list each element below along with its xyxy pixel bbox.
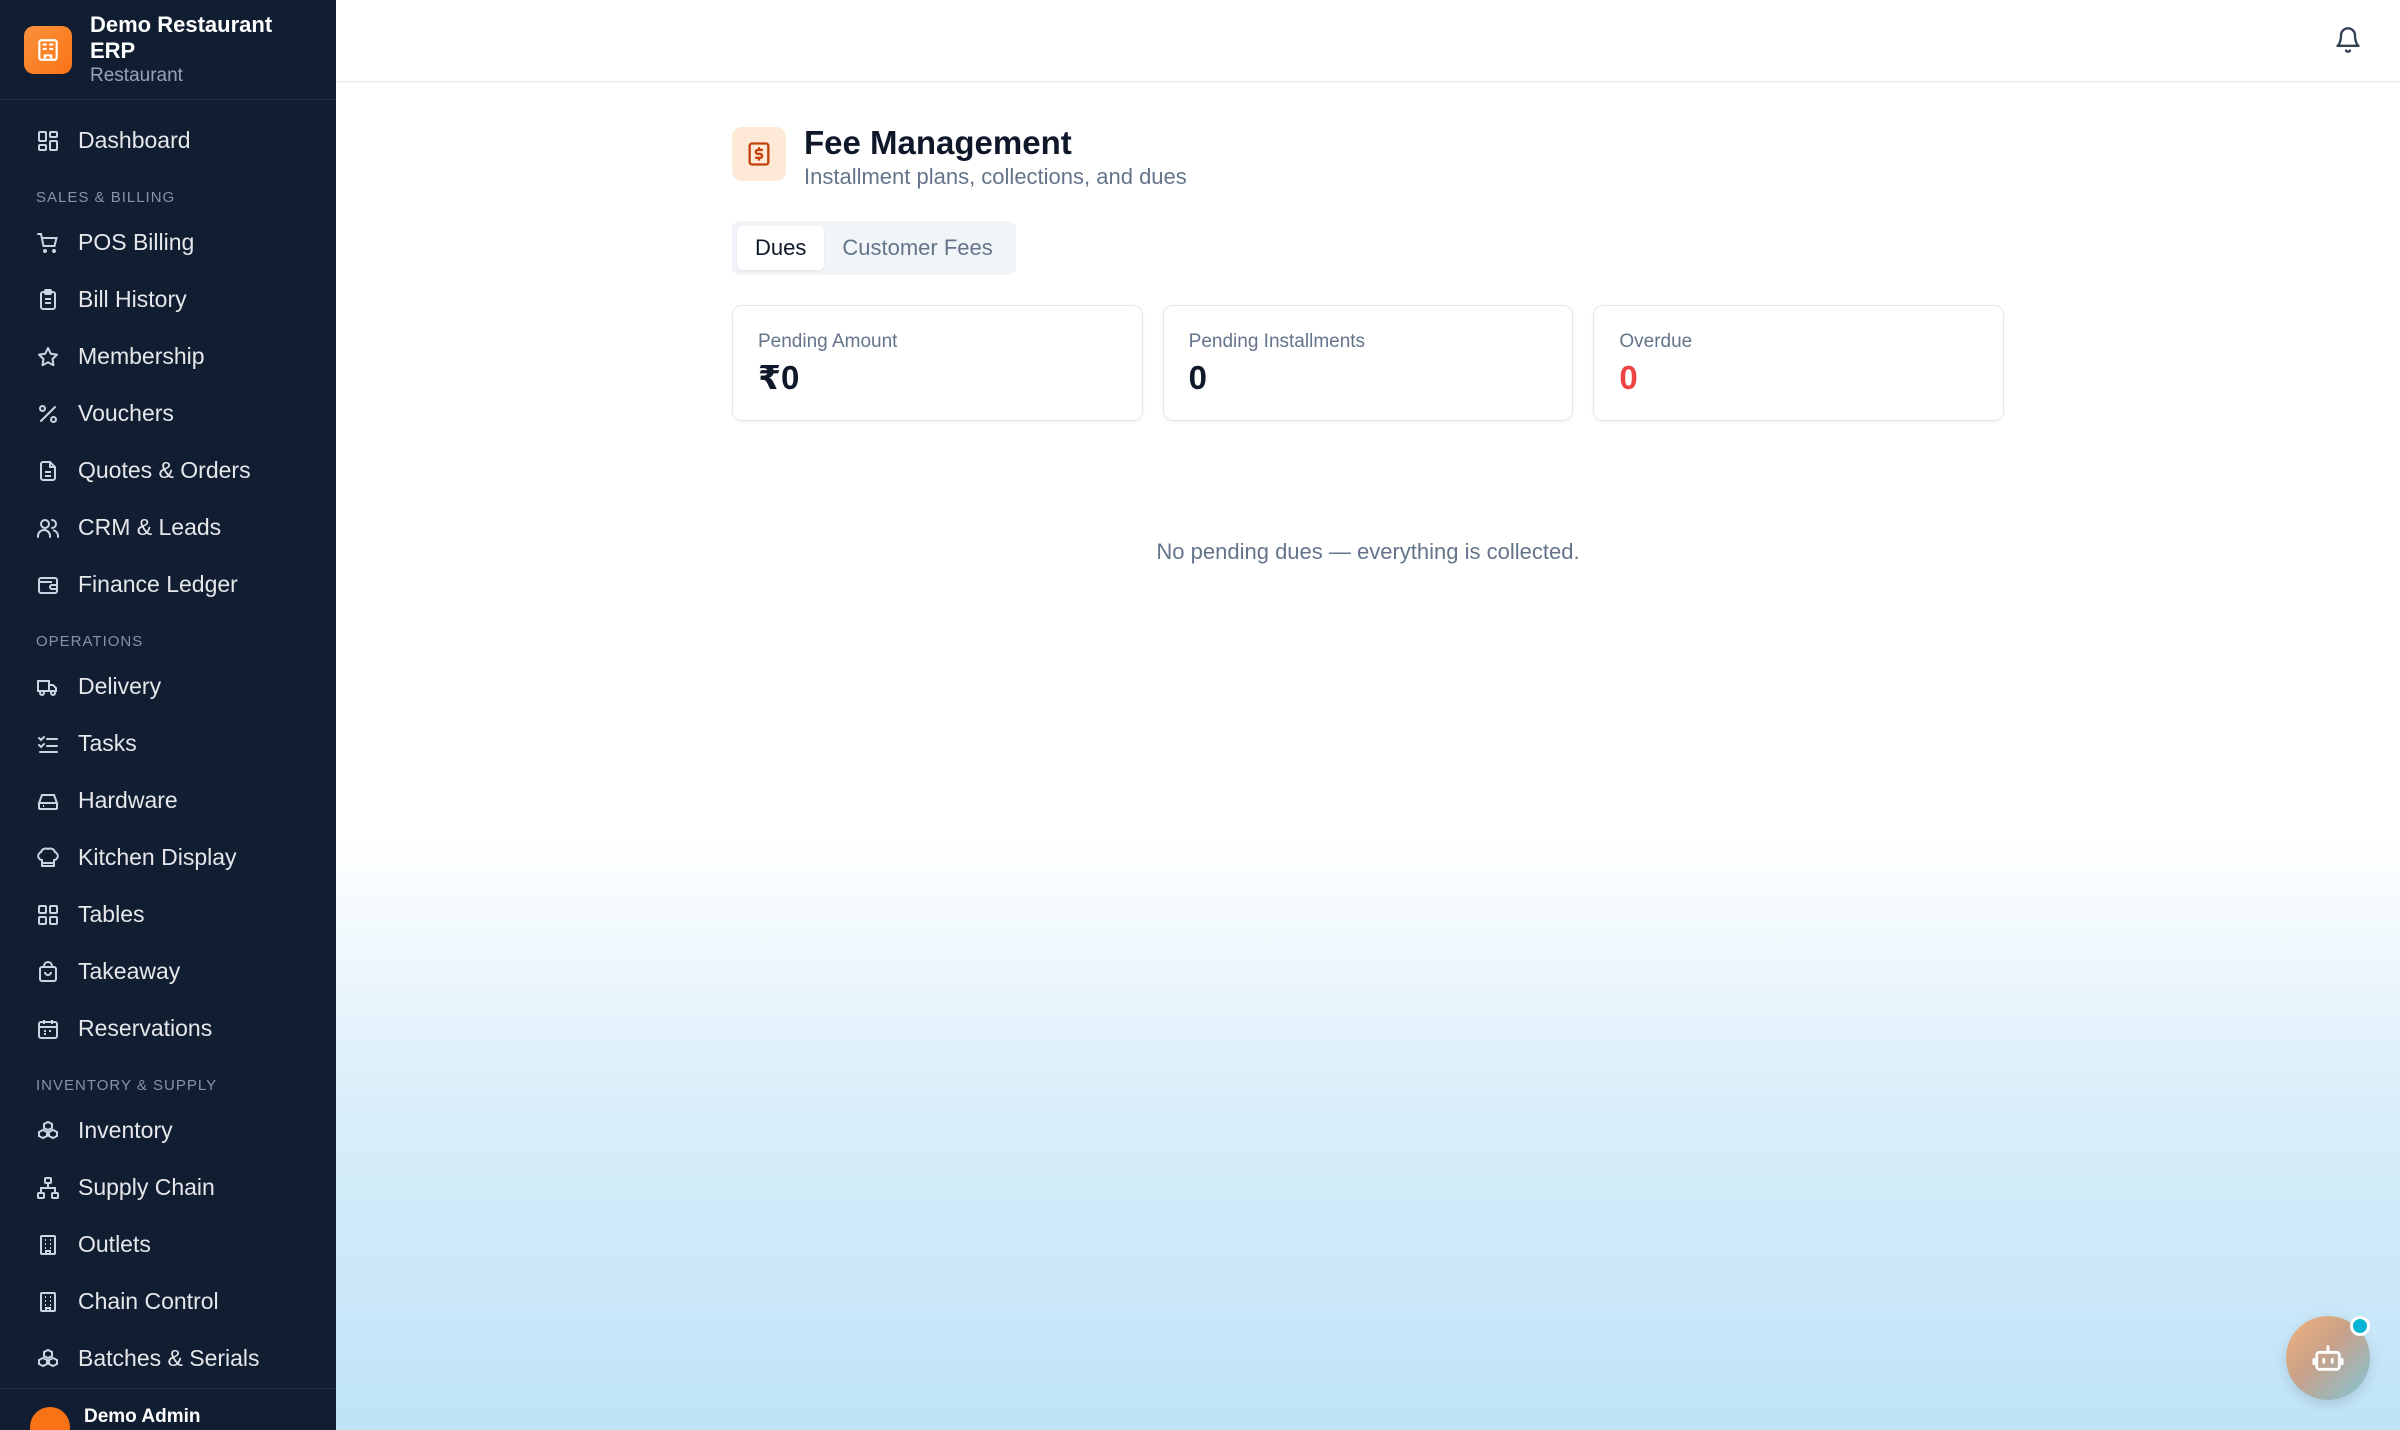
sidebar-item-label: Inventory (78, 1117, 173, 1143)
stat-value: 0 (1188, 359, 1208, 396)
wallet-icon (38, 576, 58, 594)
dashboard-icon (38, 130, 58, 151)
main-content: Fee Management Installment plans, collec… (336, 83, 2400, 1430)
percent-icon (39, 404, 57, 423)
user-profile[interactable]: Demo Admin (0, 1388, 336, 1430)
bell-icon[interactable] (2334, 26, 2362, 54)
bot-icon (2312, 1345, 2344, 1371)
sidebar-item-outlets[interactable]: Outlets (0, 1216, 336, 1273)
chef-hat-icon (37, 847, 59, 867)
stat-card-pending-installments: Pending Installments 0 (1162, 305, 1574, 421)
sidebar-item-takeaway[interactable]: Takeaway (0, 943, 336, 1000)
sidebar-item-label: Quotes & Orders (78, 457, 251, 483)
users-icon (37, 518, 59, 538)
sidebar-item-label: Takeaway (78, 958, 181, 984)
calendar-icon (38, 1019, 58, 1039)
notification-dot (2350, 1316, 2370, 1336)
sidebar-item-label: Delivery (78, 673, 162, 699)
boxes-icon (38, 1348, 58, 1367)
network-icon (37, 1176, 59, 1199)
sidebar-item-crm-leads[interactable]: CRM & Leads (0, 499, 336, 556)
sidebar-item-label: Batches & Serials (78, 1345, 260, 1371)
sidebar-item-label: Chain Control (78, 1288, 219, 1314)
page-header: Fee Management Installment plans, collec… (732, 123, 2004, 191)
sidebar-item-label: Hardware (78, 787, 178, 813)
sidebar-item-tasks[interactable]: Tasks (0, 715, 336, 772)
fee-management-panel: Fee Management Installment plans, collec… (732, 123, 2005, 565)
building-icon (24, 25, 72, 74)
sidebar-section-title: INVENTORY & SUPPLY (36, 1077, 218, 1094)
page-subtitle: Installment plans, collections, and dues (804, 164, 1187, 189)
stat-value: ₹0 (758, 359, 800, 396)
sidebar-section-title: OPERATIONS (36, 633, 144, 650)
sidebar-nav: Dashboard SALES & BILLING POS Billing Bi… (0, 100, 336, 1387)
sidebar-item-label: Dashboard (78, 127, 191, 153)
stat-label: Pending Amount (758, 331, 898, 352)
sidebar-item-membership[interactable]: Membership (0, 328, 336, 385)
clipboard-icon (40, 288, 56, 310)
tab-bar: Dues Customer Fees (732, 221, 1016, 275)
tab-customer-fees[interactable]: Customer Fees (824, 226, 1010, 270)
stats-row: Pending Amount ₹0 Pending Installments 0… (732, 305, 2005, 421)
fee-receipt-icon (732, 127, 786, 181)
page-title: Fee Management (804, 124, 1072, 161)
stat-value: 0 (1619, 359, 1638, 396)
avatar (30, 1407, 70, 1430)
sidebar-item-finance-ledger[interactable]: Finance Ledger (0, 556, 336, 613)
sidebar-item-vouchers[interactable]: Vouchers (0, 385, 336, 442)
assistant-button[interactable] (2286, 1316, 2370, 1400)
grid-icon (38, 904, 58, 925)
tab-dues[interactable]: Dues (737, 226, 825, 270)
sidebar-item-kitchen-display[interactable]: Kitchen Display (0, 829, 336, 886)
topbar (336, 0, 2400, 82)
user-name: Demo Admin (84, 1406, 201, 1427)
sidebar-section-title: SALES & BILLING (36, 189, 176, 206)
checklist-icon (38, 735, 58, 753)
hard-drive-icon (37, 793, 59, 810)
sidebar-item-inventory[interactable]: Inventory (0, 1102, 336, 1159)
sidebar-item-label: Membership (78, 343, 205, 369)
sidebar-item-tables[interactable]: Tables (0, 886, 336, 943)
sidebar-item-label: Tasks (78, 730, 137, 756)
sidebar-item-label: Vouchers (78, 400, 174, 426)
sidebar-item-batches-serials[interactable]: Batches & Serials (0, 1330, 336, 1387)
sidebar-item-supply-chain[interactable]: Supply Chain (0, 1159, 336, 1216)
sidebar-item-quotes-orders[interactable]: Quotes & Orders (0, 442, 336, 499)
truck-icon (37, 679, 57, 696)
sidebar-item-label: Tables (78, 901, 145, 927)
sidebar-item-label: POS Billing (78, 229, 195, 255)
brand-subtitle: Restaurant (90, 64, 183, 86)
stat-label: Pending Installments (1188, 331, 1366, 352)
sidebar-item-chain-control[interactable]: Chain Control (0, 1273, 336, 1330)
sidebar-item-delivery[interactable]: Delivery (0, 658, 336, 715)
sidebar-item-hardware[interactable]: Hardware (0, 772, 336, 829)
star-icon (38, 346, 58, 366)
sidebar-item-dashboard[interactable]: Dashboard (0, 112, 336, 169)
sidebar-item-label: Bill History (78, 286, 187, 312)
sidebar-item-label: Finance Ledger (78, 571, 238, 597)
sidebar-item-bill-history[interactable]: Bill History (0, 271, 336, 328)
document-icon (40, 460, 56, 481)
sidebar-item-pos-billing[interactable]: POS Billing (0, 214, 336, 271)
cart-icon (37, 232, 58, 253)
stat-card-pending-amount: Pending Amount ₹0 (732, 305, 1143, 421)
building-icon (40, 1234, 56, 1255)
stat-card-overdue: Overdue 0 (1593, 305, 2005, 421)
sidebar: Demo Restaurant ERP Restaurant Dashboard… (0, 0, 336, 1430)
shopping-bag-icon (39, 960, 57, 982)
empty-state-message: No pending dues — everything is collecte… (1156, 539, 1580, 564)
sidebar-item-reservations[interactable]: Reservations (0, 1000, 336, 1057)
sidebar-item-label: Outlets (78, 1231, 151, 1257)
boxes-icon (38, 1120, 58, 1139)
sidebar-item-label: Supply Chain (78, 1174, 215, 1200)
building-icon (40, 1291, 56, 1312)
sidebar-item-label: Kitchen Display (78, 844, 237, 870)
stat-label: Overdue (1619, 331, 1693, 352)
brand-header[interactable]: Demo Restaurant ERP Restaurant (0, 0, 336, 100)
sidebar-item-label: Reservations (78, 1015, 213, 1041)
sidebar-item-label: CRM & Leads (78, 514, 222, 540)
brand-title: Demo Restaurant ERP (90, 11, 273, 63)
